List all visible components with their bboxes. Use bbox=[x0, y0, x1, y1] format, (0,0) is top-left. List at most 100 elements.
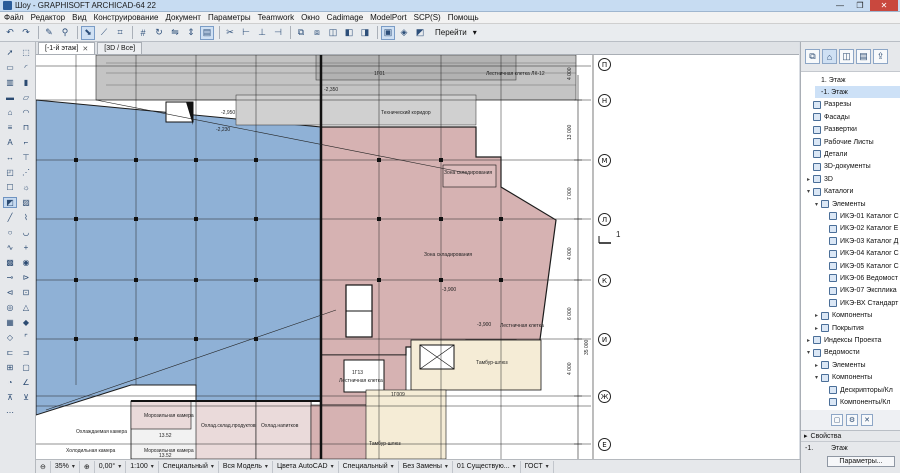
eyedropper-icon[interactable]: ✎ bbox=[42, 26, 56, 40]
wall-end-icon[interactable]: ⊏ bbox=[3, 347, 17, 358]
close-button[interactable]: ✕ bbox=[870, 0, 898, 11]
syringe-icon[interactable]: ⚲ bbox=[58, 26, 72, 40]
snap-guides-icon[interactable]: ⌗ bbox=[113, 26, 127, 40]
menu-scp[interactable]: SCP(S) bbox=[414, 13, 441, 22]
worksheet-tool-icon[interactable]: ⊡ bbox=[19, 287, 33, 298]
trim-icon[interactable]: ⊢ bbox=[239, 26, 253, 40]
intersect-icon[interactable]: ⊥ bbox=[255, 26, 269, 40]
section-view-icon[interactable]: ◩ bbox=[413, 26, 427, 40]
navigator-item[interactable]: ▸ Элементы bbox=[815, 359, 900, 371]
elevation-dim-icon[interactable]: ⊼ bbox=[3, 392, 17, 403]
beam-tool-icon[interactable]: ▬ bbox=[3, 92, 17, 103]
menu-cadimage[interactable]: Cadimage bbox=[327, 13, 363, 22]
reno-select[interactable]: Без Замены ▾ bbox=[399, 460, 453, 473]
pen-set-select[interactable]: Цвета AutoCAD ▾ bbox=[273, 460, 339, 473]
navigator-item[interactable]: ИКЭ-06 Ведомост bbox=[823, 272, 900, 284]
layer-combination-select[interactable]: Специальный ▾ bbox=[159, 460, 219, 473]
navigator-item[interactable]: ▸ Компоненты bbox=[815, 310, 900, 322]
menu-teamwork[interactable]: Teamwork bbox=[258, 13, 294, 22]
grid-tool-icon[interactable]: ⊞ bbox=[3, 362, 17, 373]
navigator-item[interactable]: 3D-документы bbox=[807, 161, 900, 173]
detail-tool-icon[interactable]: ◎ bbox=[3, 302, 17, 313]
railing-tool-icon[interactable]: ⊓ bbox=[19, 122, 33, 133]
menu-help[interactable]: Помощь bbox=[448, 13, 479, 22]
send-back-icon[interactable]: ◨ bbox=[358, 26, 372, 40]
elevation-tool-icon[interactable]: ⊳ bbox=[19, 272, 33, 283]
mesh-tool-icon[interactable]: ⋰ bbox=[19, 167, 33, 178]
maximize-button[interactable]: ❐ bbox=[850, 0, 870, 11]
shell-tool-icon[interactable]: ◠ bbox=[19, 107, 33, 118]
label-tool-icon[interactable]: ⌐ bbox=[19, 137, 33, 148]
menu-view[interactable]: Вид bbox=[72, 13, 86, 22]
navigator-item[interactable]: ▸ Индексы Проекта bbox=[807, 334, 900, 346]
publisher-icon[interactable]: ⇪ bbox=[873, 49, 888, 64]
undo-icon[interactable]: ↶ bbox=[3, 26, 17, 40]
grid-snap-icon[interactable]: # bbox=[136, 26, 150, 40]
scale-value[interactable]: 1:100 ▾ bbox=[126, 460, 159, 473]
drawing-canvas[interactable]: П Н М Л К И Ж Е 1 Зона складирования Зон… bbox=[36, 55, 799, 459]
navigator-item[interactable]: Развертки bbox=[807, 124, 900, 136]
goto-chevron-icon[interactable]: ▾ bbox=[473, 28, 477, 37]
properties-header[interactable]: ▸ Свойства bbox=[801, 431, 900, 442]
line-tool-icon[interactable]: ╱ bbox=[3, 212, 17, 223]
navigator-item[interactable]: ▾ Каталоги bbox=[807, 186, 900, 198]
dimension-tool-icon[interactable]: ↔ bbox=[3, 152, 17, 163]
opening-tool-icon[interactable]: ⊐ bbox=[19, 347, 33, 358]
fill-tool-icon[interactable]: ◩ bbox=[3, 197, 17, 208]
zoom-out-icon[interactable]: ⊖ bbox=[36, 460, 51, 473]
redo-icon[interactable]: ↷ bbox=[19, 26, 33, 40]
navigator-item[interactable]: 1. Этаж bbox=[815, 74, 900, 86]
radial-dim-icon[interactable]: ◔ bbox=[3, 377, 17, 388]
column-tool-icon[interactable]: ▮ bbox=[19, 77, 33, 88]
navigator-item[interactable]: Компоненты/Кл bbox=[823, 396, 900, 408]
arrow-tool-icon[interactable]: ➚ bbox=[3, 47, 17, 58]
goto-label[interactable]: Перейти bbox=[435, 28, 467, 37]
angle-value[interactable]: 0,00° ▾ bbox=[95, 460, 127, 473]
slab-tool-icon[interactable]: ▱ bbox=[19, 92, 33, 103]
navigator-menu-icon[interactable]: ⧉ bbox=[805, 49, 820, 64]
navigator-item[interactable]: Детали bbox=[807, 148, 900, 160]
spline-tool-icon[interactable]: ∿ bbox=[3, 242, 17, 253]
suspend-group-icon[interactable]: ◫ bbox=[326, 26, 340, 40]
wall-tool-icon[interactable]: ▭ bbox=[3, 62, 17, 73]
navigator-item[interactable]: ▾ Компоненты bbox=[815, 372, 900, 384]
navigator-item[interactable]: ▾ Ведомости bbox=[807, 347, 900, 359]
dimension-standard-select[interactable]: ГОСТ ▾ bbox=[521, 460, 554, 473]
navigator-item[interactable]: ИКЭ-01 Каталог С bbox=[823, 210, 900, 222]
zoom-in-icon[interactable]: ⊕ bbox=[80, 460, 95, 473]
navigator-item[interactable]: ИКЭ-ВХ Стандарт bbox=[823, 297, 900, 309]
split-icon[interactable]: ✂ bbox=[223, 26, 237, 40]
lamp-tool-icon[interactable]: ☼ bbox=[19, 182, 33, 193]
menu-modelport[interactable]: ModelPort bbox=[370, 13, 406, 22]
navigator-item[interactable]: -1. Этаж bbox=[815, 86, 900, 99]
curtain-wall-icon[interactable]: ▦ bbox=[3, 317, 17, 328]
menu-options[interactable]: Параметры bbox=[208, 13, 251, 22]
navigator-item[interactable]: Рабочие Листы bbox=[807, 136, 900, 148]
view-map-icon[interactable]: ◫ bbox=[839, 49, 854, 64]
morph-tool-icon[interactable]: ◆ bbox=[19, 317, 33, 328]
delete-icon[interactable]: ✕ bbox=[861, 414, 873, 426]
navigator-item[interactable]: ИКЭ-04 Каталог С bbox=[823, 248, 900, 260]
section-tool-icon[interactable]: ⊸ bbox=[3, 272, 17, 283]
navigator-item[interactable]: ▸ Покрытия bbox=[815, 322, 900, 334]
circle-tool-icon[interactable]: ○ bbox=[3, 227, 17, 238]
close-tab-icon[interactable]: ✕ bbox=[82, 45, 88, 53]
menu-window[interactable]: Окно bbox=[301, 13, 320, 22]
navigator-item[interactable]: Дескрипторы/Кл bbox=[823, 384, 900, 396]
door-tool-icon[interactable]: ◜ bbox=[19, 62, 33, 73]
graphic-override-select[interactable]: Специальный ▾ bbox=[339, 460, 399, 473]
tab-3d-all[interactable]: [3D / Все] bbox=[97, 42, 143, 54]
settings-icon[interactable]: ⚙ bbox=[846, 414, 858, 426]
bring-front-icon[interactable]: ◧ bbox=[342, 26, 356, 40]
renovation-filter-select[interactable]: 01 Существую... ▾ bbox=[453, 460, 521, 473]
navigator-item[interactable]: Разрезы bbox=[807, 99, 900, 111]
tab-floor-minus-1[interactable]: [-1-й этаж] ✕ bbox=[38, 42, 96, 54]
camera-tool-icon[interactable]: ◉ bbox=[19, 257, 33, 268]
navigator-item[interactable]: ▾ Элементы bbox=[815, 198, 900, 210]
menu-design[interactable]: Конструирование bbox=[94, 13, 159, 22]
marquee-tool-icon[interactable]: ⬚ bbox=[19, 47, 33, 58]
object-tool-icon[interactable]: ☐ bbox=[3, 182, 17, 193]
figure-tool-icon[interactable]: ▩ bbox=[3, 257, 17, 268]
polyline-tool-icon[interactable]: ⌇ bbox=[19, 212, 33, 223]
arc-tool-icon[interactable]: ◡ bbox=[19, 227, 33, 238]
